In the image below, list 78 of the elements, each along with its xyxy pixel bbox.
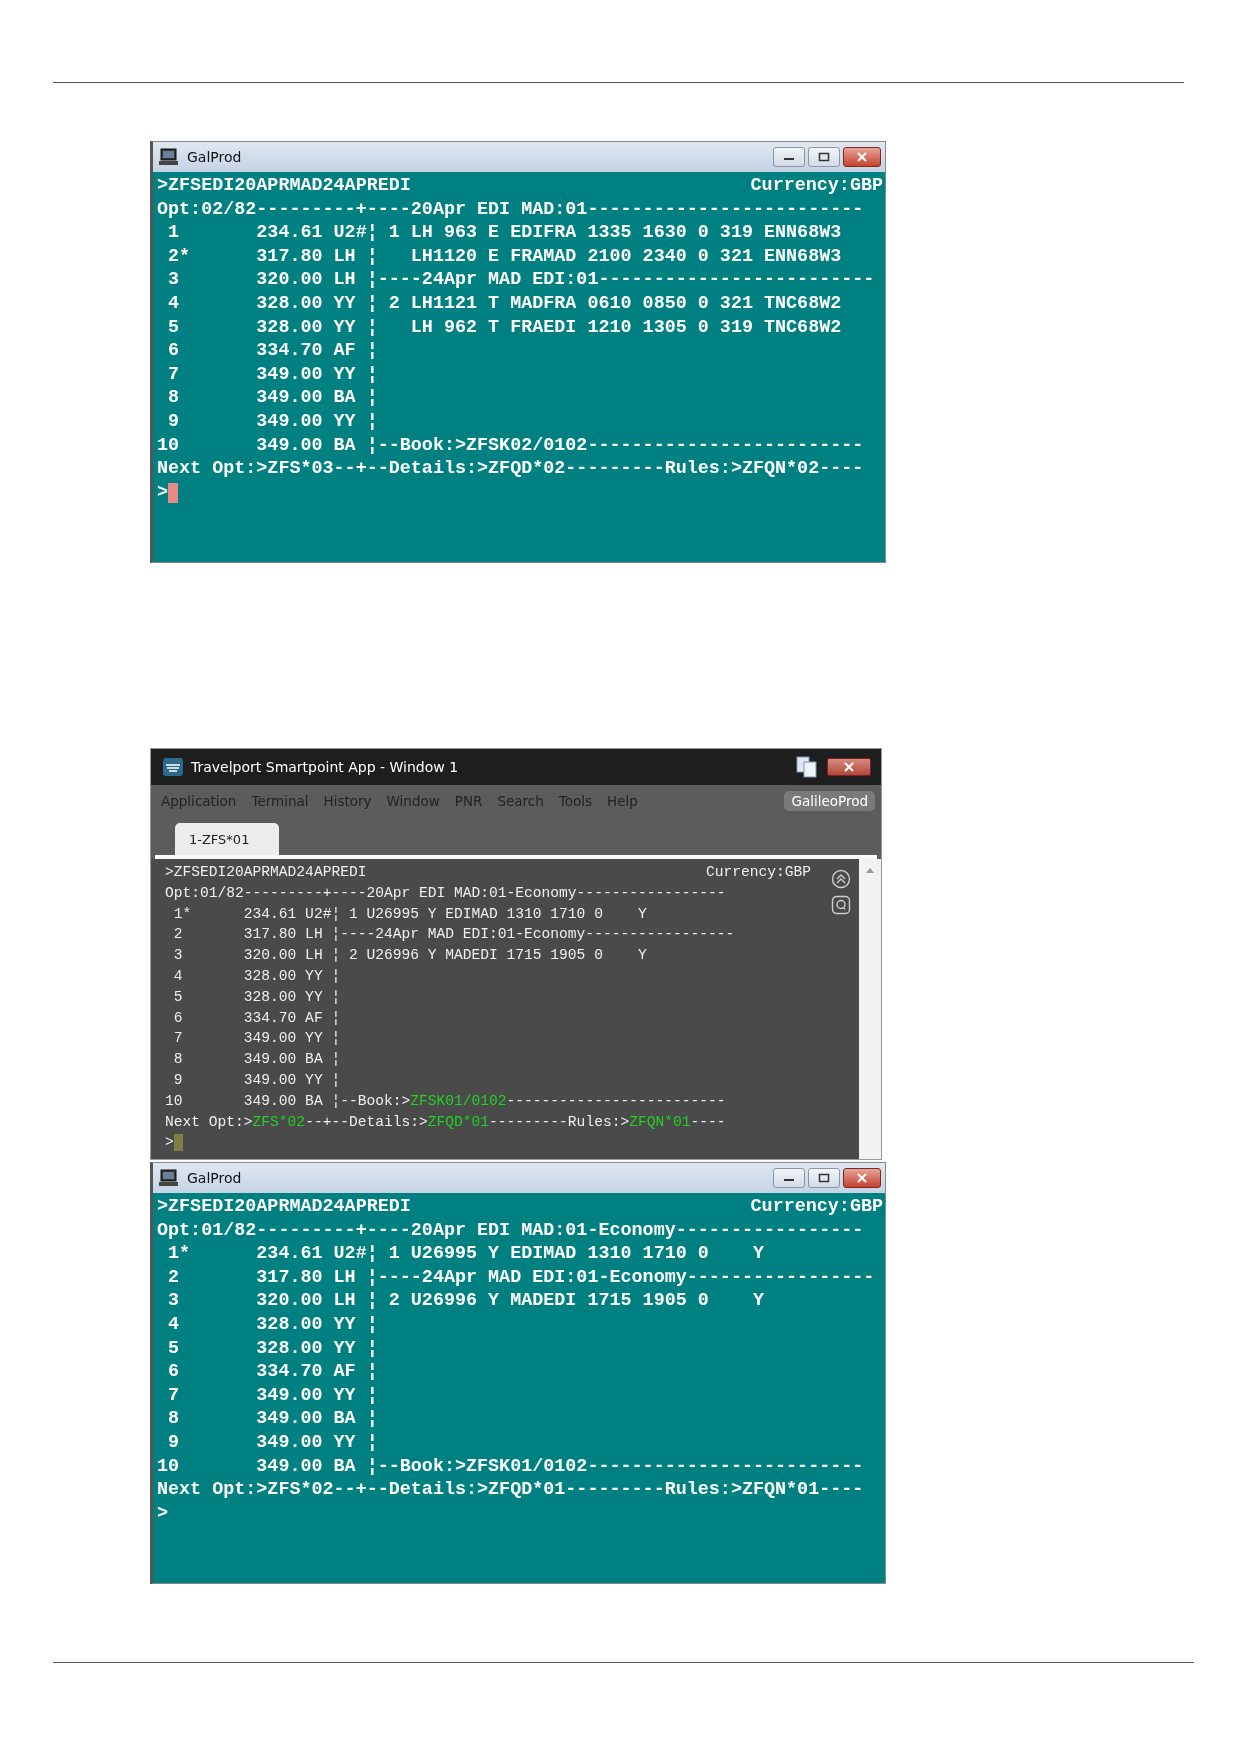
close-icon xyxy=(856,152,868,162)
terminal-line: 3 320.00 LH ¦----24Apr MAD EDI:01------------------------- xyxy=(167,268,876,292)
documents-icon[interactable] xyxy=(795,756,819,778)
terminal-prompt: > xyxy=(165,1133,174,1153)
terminal-line: Opt:01/82---------+----20Apr EDI MAD:01-Economy----------------- xyxy=(165,883,727,903)
terminal-line: Opt:01/82---------+----20Apr EDI MAD:01-Economy----------------- xyxy=(157,1218,865,1243)
terminal-line: 5 328.00 YY ¦ xyxy=(172,987,342,1007)
terminal-line: 4 328.00 YY ¦ xyxy=(172,967,342,986)
minimize-button[interactable] xyxy=(773,147,805,167)
terminal-command: >ZFSEDI20APRMAD24APREDI xyxy=(165,863,367,882)
terminal-command: >ZFSEDI20APRMAD24APREDI xyxy=(157,174,411,198)
currency-label: Currency:GBP xyxy=(750,1195,883,1219)
terminal-line: 8 349.00 BA ¦ xyxy=(167,1407,379,1431)
terminal-line: 9 349.00 YY ¦ xyxy=(167,1430,379,1455)
terminal-line: 1* 234.61 U2#¦ 1 U26995 Y EDIMAD 1310 1710 0 Y xyxy=(172,904,648,924)
terminal-line: Next Opt:>ZFS*02--+--Details:>ZFQD*01---------Rules:>ZFQN*01---- xyxy=(165,1112,727,1132)
menu-item[interactable]: Tools xyxy=(558,793,593,809)
terminal-line: Next Opt:>ZFS*03--+--Details:>ZFQD*02---------Rules:>ZFQN*02---- xyxy=(157,457,865,481)
close-button[interactable] xyxy=(843,147,881,167)
close-button[interactable] xyxy=(827,758,871,776)
maximize-icon xyxy=(818,152,830,162)
menu-item[interactable]: Help xyxy=(607,793,638,809)
scroll-up-icon[interactable] xyxy=(866,867,874,873)
terminal-line: 9 349.00 YY ¦ xyxy=(167,409,379,434)
terminal-line: 2* 317.80 LH ¦ LH1120 E FRAMAD 2100 2340 0 321 ENN68W3 xyxy=(167,244,843,269)
maximize-button[interactable] xyxy=(808,147,840,167)
close-icon xyxy=(856,1173,868,1183)
terminal-line: 4 328.00 YY ¦ xyxy=(167,1312,379,1337)
menu-item[interactable]: Application xyxy=(161,793,237,809)
close-button[interactable] xyxy=(843,1168,881,1188)
terminal-line: 4 328.00 YY ¦ 2 LH1121 T MADFRA 0610 0850 0 321 TNC68W2 xyxy=(167,291,843,316)
terminal-line: 6 334.70 AF ¦ xyxy=(172,1008,342,1028)
terminal-prompt: > xyxy=(157,480,169,505)
maximize-icon xyxy=(818,1173,830,1183)
terminal-line: 3 320.00 LH ¦ 2 U26996 Y MADEDI 1715 1905 0 Y xyxy=(172,946,648,966)
menu-item[interactable]: Search xyxy=(497,793,544,809)
currency-label: Currency:GBP xyxy=(705,863,811,882)
terminal-line: Opt:02/82---------+----20Apr EDI MAD:01------------------------- xyxy=(157,197,865,222)
terminal-line: 1 234.61 U2#¦ 1 LH 963 E EDIFRA 1335 1630 0 319 ENN68W3 xyxy=(167,221,843,245)
terminal-line: 7 349.00 YY ¦ xyxy=(167,1383,379,1408)
terminal-line: 7 349.00 YY ¦ xyxy=(167,362,379,387)
window-title: GalProd xyxy=(187,149,243,165)
close-icon xyxy=(843,762,855,772)
minimize-button[interactable] xyxy=(773,1168,805,1188)
window-title: Travelport Smartpoint App - Window 1 xyxy=(191,759,460,775)
terminal-line: 6 334.70 AF ¦ xyxy=(167,1360,379,1384)
terminal-line: 6 334.70 AF ¦ xyxy=(167,339,379,363)
terminal-line: 9 349.00 YY ¦ xyxy=(172,1070,342,1090)
terminal-line: 5 328.00 YY ¦ xyxy=(167,1336,379,1361)
menu-item[interactable]: Terminal xyxy=(251,793,309,809)
terminal-command: >ZFSEDI20APRMAD24APREDI xyxy=(157,1195,411,1219)
menu-item[interactable]: PNR xyxy=(454,793,483,809)
scrollbar[interactable] xyxy=(859,859,881,1159)
computer-icon xyxy=(159,1169,179,1187)
search-icon[interactable] xyxy=(831,895,851,915)
terminal-line: 7 349.00 YY ¦ xyxy=(172,1029,342,1049)
window-title: GalProd xyxy=(187,1170,243,1186)
terminal-line: 3 320.00 LH ¦ 2 U26996 Y MADEDI 1715 1905 0 Y xyxy=(167,1289,765,1313)
scroll-top-icon[interactable] xyxy=(831,869,851,889)
terminal-line: 2 317.80 LH ¦----24Apr MAD EDI:01-Economy----------------- xyxy=(167,1265,876,1290)
terminal-prompt: > xyxy=(157,1501,169,1526)
profile-badge[interactable]: GalileoProd xyxy=(784,791,875,811)
terminal-line: 8 349.00 BA ¦ xyxy=(172,1050,342,1070)
menu-item[interactable]: History xyxy=(323,793,372,809)
terminal-line: 10 349.00 BA ¦--Book:>ZFSK01/0102------------------------- xyxy=(157,1454,865,1479)
menu-item[interactable]: Window xyxy=(386,793,440,809)
terminal-line: 10 349.00 BA ¦--Book:>ZFSK01/0102------------------------- xyxy=(165,1091,727,1111)
maximize-button[interactable] xyxy=(808,1168,840,1188)
terminal-line: 8 349.00 BA ¦ xyxy=(167,386,379,410)
terminal-tab[interactable]: 1-ZFS*01 xyxy=(175,823,280,855)
app-logo-icon xyxy=(163,758,183,776)
terminal-line: 5 328.00 YY ¦ LH 962 T FRAEDI 1210 1305 0 319 TNC68W2 xyxy=(167,315,843,340)
terminal-line: Next Opt:>ZFS*02--+--Details:>ZFQD*01---------Rules:>ZFQN*01---- xyxy=(157,1478,865,1502)
terminal-line: 10 349.00 BA ¦--Book:>ZFSK02/0102------------------------- xyxy=(157,433,865,458)
currency-label: Currency:GBP xyxy=(750,174,883,198)
computer-icon xyxy=(159,148,179,166)
terminal-line: 2 317.80 LH ¦----24Apr MAD EDI:01-Economy----------------- xyxy=(172,925,736,945)
terminal-line: 1* 234.61 U2#¦ 1 U26995 Y EDIMAD 1310 1710 0 Y xyxy=(167,1242,765,1266)
